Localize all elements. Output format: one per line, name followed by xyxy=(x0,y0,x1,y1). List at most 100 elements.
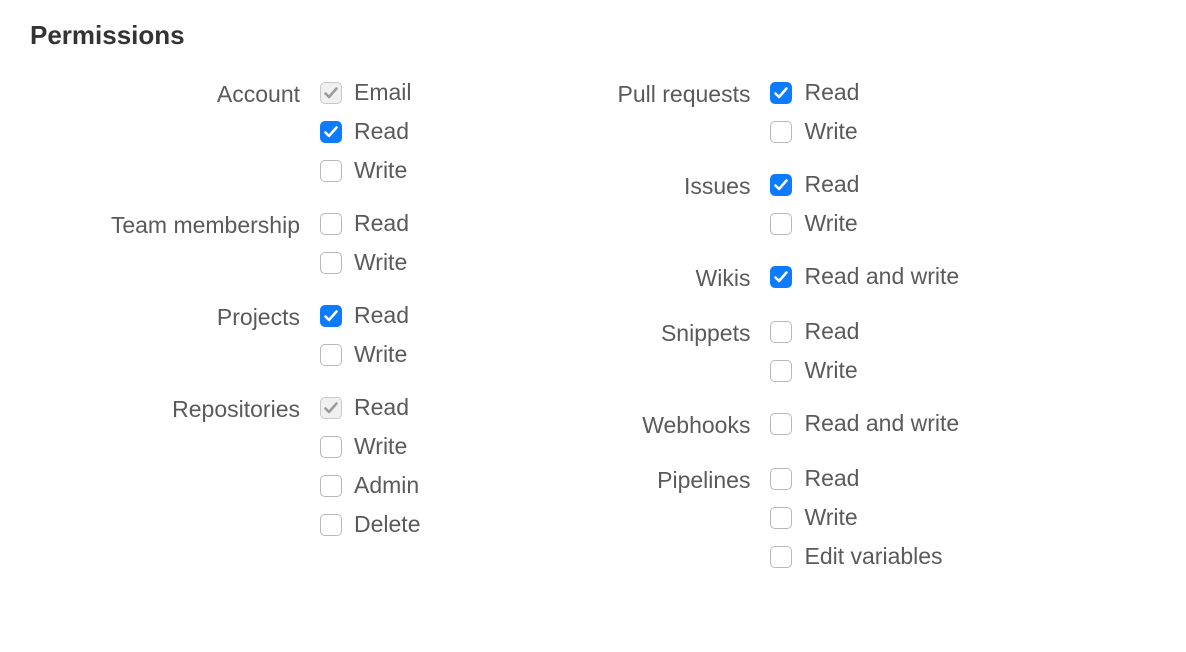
option-label: Write xyxy=(804,357,857,384)
checkbox-repositories-write[interactable] xyxy=(320,436,342,458)
option-label: Edit variables xyxy=(804,543,942,570)
group-wikis: Wikis Read and write xyxy=(480,263,959,292)
checkbox-repositories-delete[interactable] xyxy=(320,514,342,536)
group-label: Webhooks xyxy=(480,410,770,439)
checkbox-pull-requests-read[interactable] xyxy=(770,82,792,104)
group-options: Read Write xyxy=(320,210,409,276)
checkbox-snippets-read[interactable] xyxy=(770,321,792,343)
group-label: Pipelines xyxy=(480,465,770,494)
checkbox-webhooks-rw[interactable] xyxy=(770,413,792,435)
group-label: Projects xyxy=(30,302,320,331)
option-label: Read xyxy=(354,210,409,237)
permissions-columns: Account Email Read Write Team membership xyxy=(30,79,1156,596)
group-pull-requests: Pull requests Read Write xyxy=(480,79,959,145)
option-row: Write xyxy=(320,341,409,368)
group-options: Read Write xyxy=(770,318,859,384)
option-row: Edit variables xyxy=(770,543,942,570)
checkbox-account-write[interactable] xyxy=(320,160,342,182)
group-label: Account xyxy=(30,79,320,108)
group-options: Read Write xyxy=(770,79,859,145)
option-label: Read xyxy=(804,171,859,198)
option-row: Read xyxy=(770,318,859,345)
option-row: Read xyxy=(770,171,859,198)
checkbox-wikis-rw[interactable] xyxy=(770,266,792,288)
option-row: Read and write xyxy=(770,410,959,437)
option-label: Read xyxy=(804,79,859,106)
group-label: Team membership xyxy=(30,210,320,239)
option-label: Read xyxy=(354,394,409,421)
option-row: Delete xyxy=(320,511,420,538)
option-label: Admin xyxy=(354,472,419,499)
group-pipelines: Pipelines Read Write Edit variables xyxy=(480,465,959,570)
group-webhooks: Webhooks Read and write xyxy=(480,410,959,439)
option-label: Delete xyxy=(354,511,420,538)
checkbox-pipelines-read[interactable] xyxy=(770,468,792,490)
option-row: Admin xyxy=(320,472,420,499)
option-label: Write xyxy=(354,249,407,276)
checkbox-team-write[interactable] xyxy=(320,252,342,274)
permissions-column-right: Pull requests Read Write Issues Read xyxy=(480,79,959,596)
option-row: Write xyxy=(770,210,859,237)
checkbox-issues-write[interactable] xyxy=(770,213,792,235)
option-row: Email xyxy=(320,79,412,106)
checkbox-repositories-read xyxy=(320,397,342,419)
checkbox-pipelines-edit-variables[interactable] xyxy=(770,546,792,568)
option-row: Write xyxy=(770,357,859,384)
option-label: Read xyxy=(804,318,859,345)
group-options: Read Write xyxy=(320,302,409,368)
group-options: Read and write xyxy=(770,263,959,290)
group-issues: Issues Read Write xyxy=(480,171,959,237)
group-options: Email Read Write xyxy=(320,79,412,184)
option-label: Write xyxy=(804,210,857,237)
checkbox-snippets-write[interactable] xyxy=(770,360,792,382)
option-row: Read xyxy=(770,465,942,492)
checkbox-team-read[interactable] xyxy=(320,213,342,235)
option-label: Read xyxy=(354,118,409,145)
option-label: Write xyxy=(804,118,857,145)
checkbox-pull-requests-write[interactable] xyxy=(770,121,792,143)
checkbox-projects-read[interactable] xyxy=(320,305,342,327)
checkbox-account-read[interactable] xyxy=(320,121,342,143)
group-options: Read and write xyxy=(770,410,959,437)
option-row: Write xyxy=(320,249,409,276)
option-row: Write xyxy=(770,504,942,531)
group-label: Pull requests xyxy=(480,79,770,108)
option-label: Email xyxy=(354,79,412,106)
group-options: Read Write xyxy=(770,171,859,237)
group-label: Wikis xyxy=(480,263,770,292)
group-label: Snippets xyxy=(480,318,770,347)
option-label: Write xyxy=(804,504,857,531)
group-label: Issues xyxy=(480,171,770,200)
option-label: Write xyxy=(354,341,407,368)
group-repositories: Repositories Read Write Admin Delete xyxy=(30,394,420,538)
option-row: Read xyxy=(320,302,409,329)
group-label: Repositories xyxy=(30,394,320,423)
option-label: Read and write xyxy=(804,410,959,437)
group-snippets: Snippets Read Write xyxy=(480,318,959,384)
option-row: Read xyxy=(770,79,859,106)
permissions-column-left: Account Email Read Write Team membership xyxy=(30,79,420,596)
group-options: Read Write Admin Delete xyxy=(320,394,420,538)
checkbox-account-email xyxy=(320,82,342,104)
option-row: Read xyxy=(320,118,412,145)
checkbox-projects-write[interactable] xyxy=(320,344,342,366)
checkbox-repositories-admin[interactable] xyxy=(320,475,342,497)
option-row: Write xyxy=(770,118,859,145)
option-label: Read and write xyxy=(804,263,959,290)
option-label: Write xyxy=(354,157,407,184)
option-row: Write xyxy=(320,433,420,460)
checkbox-issues-read[interactable] xyxy=(770,174,792,196)
option-row: Write xyxy=(320,157,412,184)
group-projects: Projects Read Write xyxy=(30,302,420,368)
option-label: Read xyxy=(354,302,409,329)
group-account: Account Email Read Write xyxy=(30,79,420,184)
section-title: Permissions xyxy=(30,20,1156,51)
option-row: Read and write xyxy=(770,263,959,290)
checkbox-pipelines-write[interactable] xyxy=(770,507,792,529)
option-label: Read xyxy=(804,465,859,492)
group-team-membership: Team membership Read Write xyxy=(30,210,420,276)
option-row: Read xyxy=(320,210,409,237)
group-options: Read Write Edit variables xyxy=(770,465,942,570)
option-label: Write xyxy=(354,433,407,460)
option-row: Read xyxy=(320,394,420,421)
